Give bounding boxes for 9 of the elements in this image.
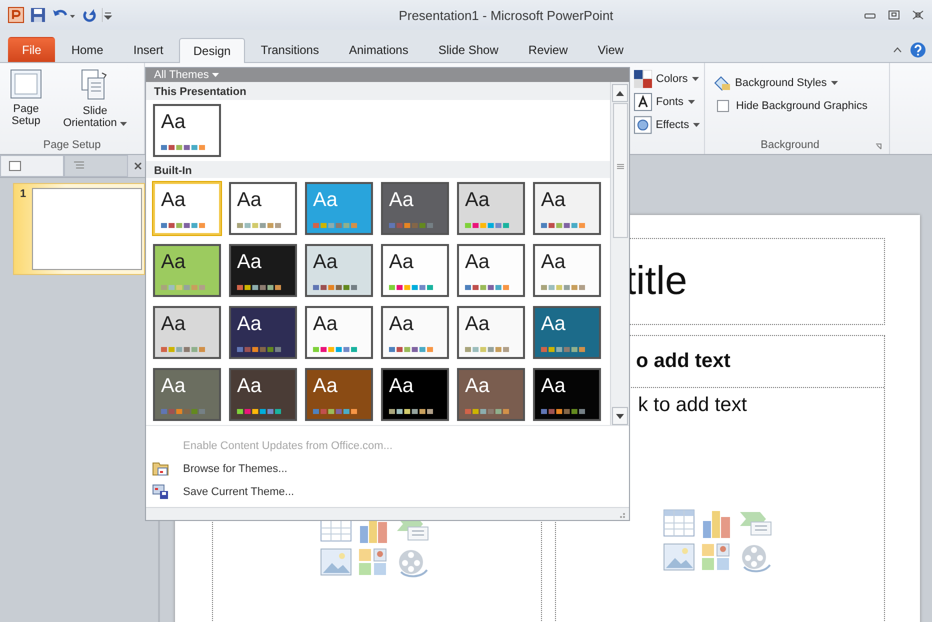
group-label: Background: [760, 139, 820, 153]
body-text: k to add text: [638, 394, 747, 417]
group-label: Page Setup: [42, 139, 102, 153]
window-title: Presentation1 - Microsoft PowerPoint: [398, 8, 614, 22]
section-header: This Presentation: [146, 82, 610, 100]
checkbox-label: Hide Background Graphics: [736, 100, 868, 112]
section-header: Built-In: [146, 160, 610, 178]
slide-number: 1: [20, 188, 26, 202]
heading-text: o add text: [636, 350, 730, 373]
